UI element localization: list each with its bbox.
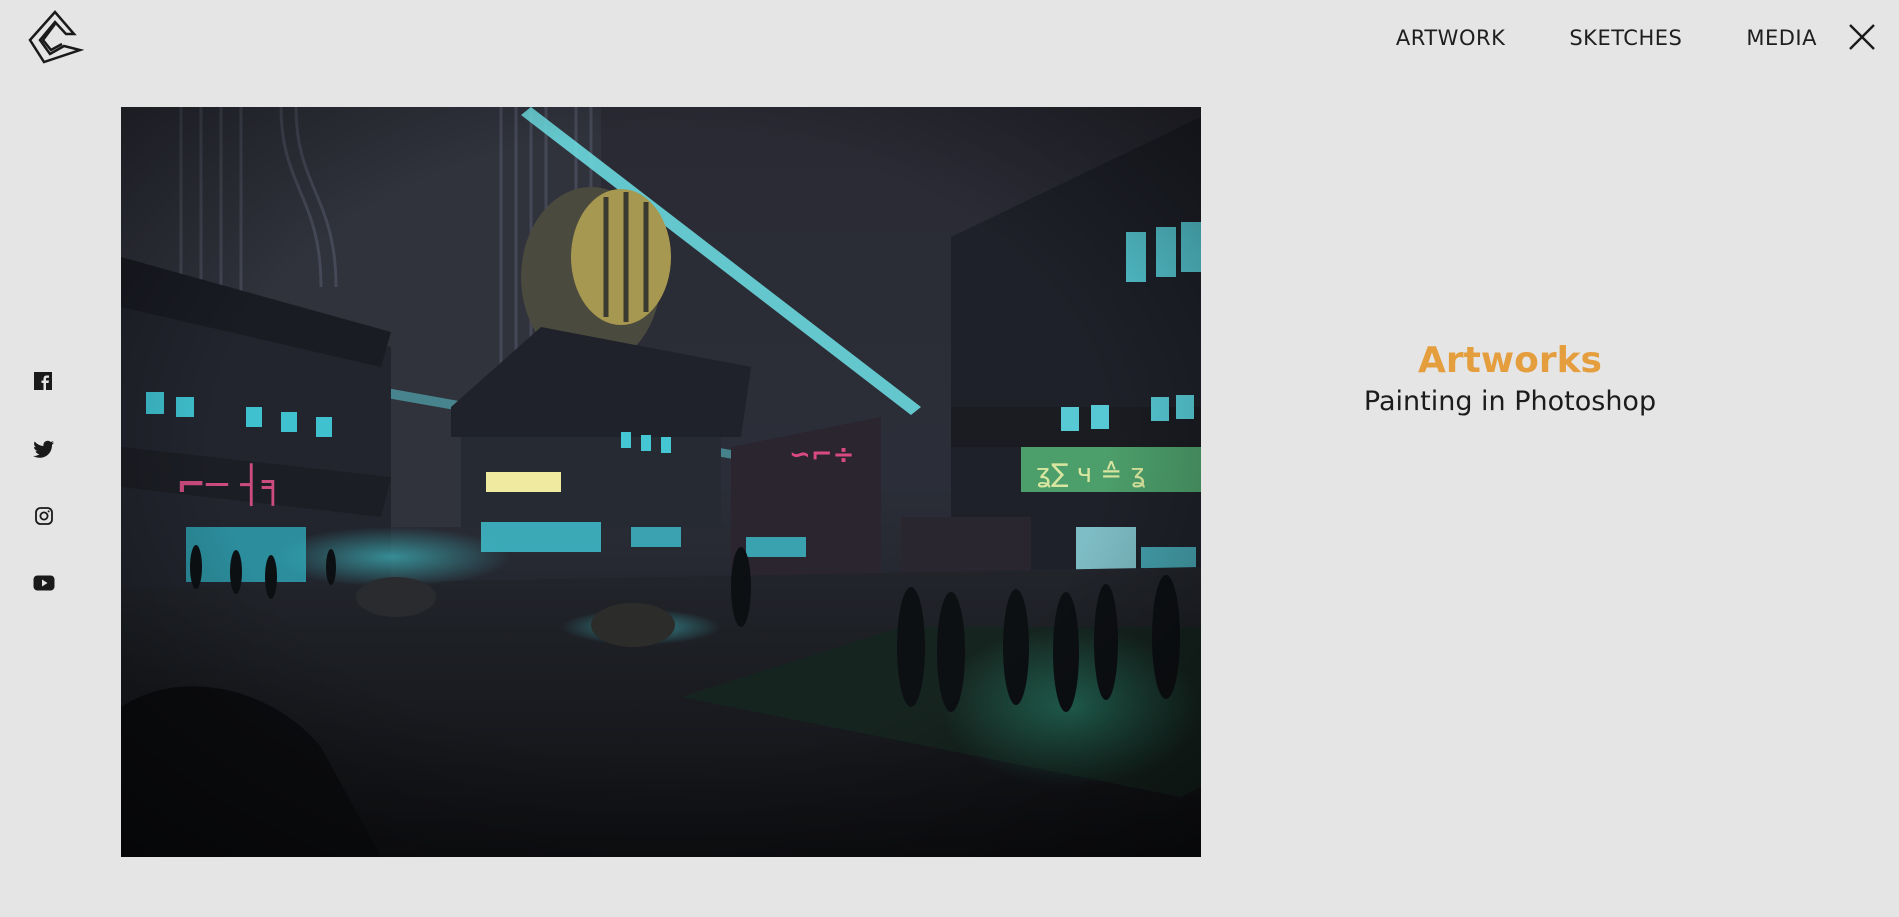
nav-sketches[interactable]: SKETCHES xyxy=(1569,24,1682,52)
instagram-icon[interactable] xyxy=(32,504,56,528)
nav-media[interactable]: MEDIA xyxy=(1746,24,1817,52)
artwork-image[interactable]: ⌐─ ┤╕ ∽⌐÷ ʓ∑ ч ≙ ʓ xyxy=(121,107,1201,857)
main-nav: ARTWORK SKETCHES MEDIA xyxy=(1332,24,1817,52)
artwork-caption: Artworks Painting in Photoshop xyxy=(1280,338,1740,420)
nav-artwork[interactable]: ARTWORK xyxy=(1396,24,1505,52)
caption-title: Artworks xyxy=(1418,340,1602,381)
close-icon[interactable] xyxy=(1847,22,1877,52)
caption-subtitle: Painting in Photoshop xyxy=(1363,386,1657,417)
logo-icon[interactable] xyxy=(26,10,85,64)
facebook-icon[interactable] xyxy=(32,370,56,394)
twitter-icon[interactable] xyxy=(32,437,56,461)
youtube-icon[interactable] xyxy=(32,571,56,595)
social-links xyxy=(32,370,56,638)
page: ARTWORK SKETCHES MEDIA Artworks Painting… xyxy=(0,0,1899,917)
